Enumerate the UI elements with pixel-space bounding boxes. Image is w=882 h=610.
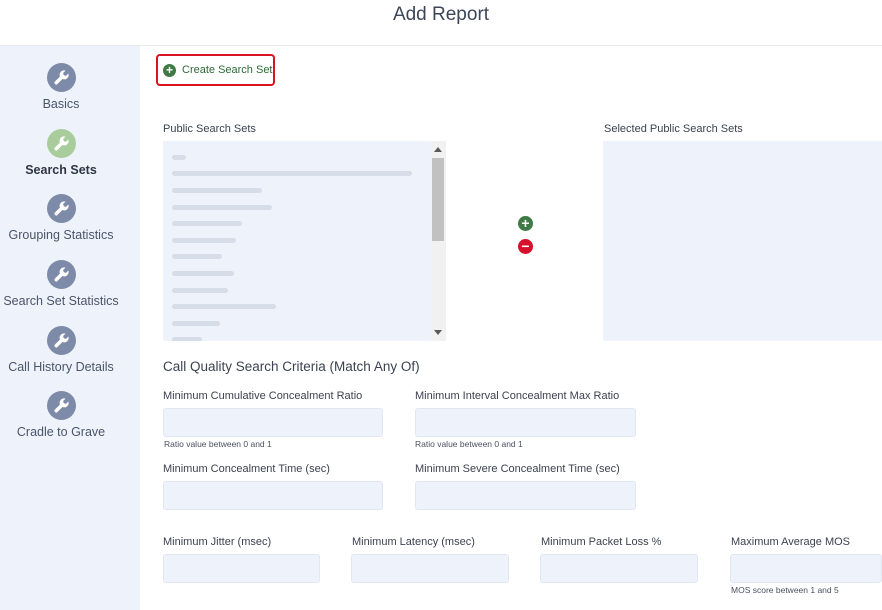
remove-search-set-button[interactable]: − [518, 239, 533, 254]
redacted-text [172, 320, 220, 326]
create-search-set-label: Create Search Set [182, 64, 273, 76]
list-item[interactable] [163, 182, 429, 199]
mos-hint: MOS score between 1 and 5 [731, 585, 839, 595]
list-item[interactable] [163, 199, 429, 216]
sidebar-step-basics[interactable]: Basics [0, 63, 122, 111]
public-search-sets-items [163, 149, 429, 341]
sidebar-step-search-set-statistics[interactable]: Search Set Statistics [0, 260, 122, 308]
sidebar-step-label: Cradle to Grave [16, 425, 106, 439]
scroll-down-arrow-icon[interactable] [434, 330, 442, 335]
min-packet-loss-input[interactable] [540, 554, 698, 583]
list-item[interactable] [163, 149, 429, 166]
wrench-icon [46, 391, 76, 420]
min-jitter-input[interactable] [163, 554, 320, 583]
min-packet-loss-label: Minimum Packet Loss % [541, 536, 662, 548]
plus-circle-icon: + [163, 63, 176, 77]
wrench-icon [46, 129, 76, 158]
list-item[interactable] [163, 232, 429, 249]
redacted-text [172, 270, 234, 276]
list-item[interactable] [163, 332, 429, 341]
redacted-text [172, 304, 276, 310]
min-severe-concealment-time-input[interactable] [415, 481, 636, 510]
max-average-mos-label: Maximum Average MOS [731, 536, 851, 548]
max-average-mos-input[interactable] [730, 554, 882, 583]
list-item[interactable] [163, 166, 429, 183]
sidebar-step-label: Grouping Statistics [8, 228, 114, 242]
min-latency-input[interactable] [351, 554, 509, 583]
sidebar-step-label: Search Sets [25, 163, 97, 177]
min-concealment-time-input[interactable] [163, 481, 383, 510]
scroll-up-arrow-icon[interactable] [434, 147, 442, 152]
min-cumulative-concealment-ratio-label: Minimum Cumulative Concealment Ratio [163, 390, 363, 402]
selected-search-sets-label: Selected Public Search Sets [604, 123, 743, 135]
sidebar-step-grouping-statistics[interactable]: Grouping Statistics [0, 194, 122, 242]
min-latency-label: Minimum Latency (msec) [352, 536, 475, 548]
ratio-hint: Ratio value between 0 and 1 [415, 439, 523, 449]
selected-search-sets-list[interactable] [603, 141, 882, 341]
redacted-text [172, 187, 262, 193]
wrench-icon [46, 63, 76, 92]
wrench-icon [46, 260, 76, 289]
redacted-text [172, 154, 186, 160]
sidebar-step-label: Search Set Statistics [3, 294, 119, 308]
min-interval-concealment-max-ratio-input[interactable] [415, 408, 636, 437]
list-item[interactable] [163, 249, 429, 266]
list-item[interactable] [163, 298, 429, 315]
list-scrollbar[interactable] [431, 141, 446, 341]
redacted-text [172, 171, 412, 177]
page-title: Add Report [0, 0, 882, 46]
sidebar-step-label: Call History Details [8, 360, 114, 374]
min-cumulative-concealment-ratio-input[interactable] [163, 408, 383, 437]
sidebar-step-cradle-to-grave[interactable]: Cradle to Grave [0, 391, 122, 439]
create-search-set-button[interactable]: + Create Search Set [156, 54, 275, 86]
list-item[interactable] [163, 315, 429, 332]
public-search-sets-list[interactable] [163, 141, 446, 341]
list-item[interactable] [163, 265, 429, 282]
scroll-thumb[interactable] [432, 158, 444, 241]
wrench-icon [46, 326, 76, 355]
min-concealment-time-label: Minimum Concealment Time (sec) [163, 463, 330, 475]
redacted-text [172, 221, 242, 227]
min-interval-concealment-max-ratio-label: Minimum Interval Concealment Max Ratio [415, 390, 620, 402]
call-quality-criteria-title: Call Quality Search Criteria (Match Any … [163, 359, 420, 374]
min-jitter-label: Minimum Jitter (msec) [163, 536, 272, 548]
add-search-set-button[interactable]: + [518, 216, 533, 231]
list-item[interactable] [163, 215, 429, 232]
redacted-text [172, 254, 222, 260]
wrench-icon [46, 194, 76, 223]
redacted-text [172, 287, 228, 293]
redacted-text [172, 237, 236, 243]
sidebar-step-search-sets[interactable]: Search Sets [0, 129, 122, 177]
list-item[interactable] [163, 282, 429, 299]
redacted-text [172, 337, 202, 341]
ratio-hint: Ratio value between 0 and 1 [164, 439, 272, 449]
min-severe-concealment-time-label: Minimum Severe Concealment Time (sec) [415, 463, 620, 475]
sidebar-step-call-history-details[interactable]: Call History Details [0, 326, 122, 374]
redacted-text [172, 204, 272, 210]
sidebar-step-label: Basics [42, 97, 80, 111]
public-search-sets-label: Public Search Sets [163, 123, 256, 135]
